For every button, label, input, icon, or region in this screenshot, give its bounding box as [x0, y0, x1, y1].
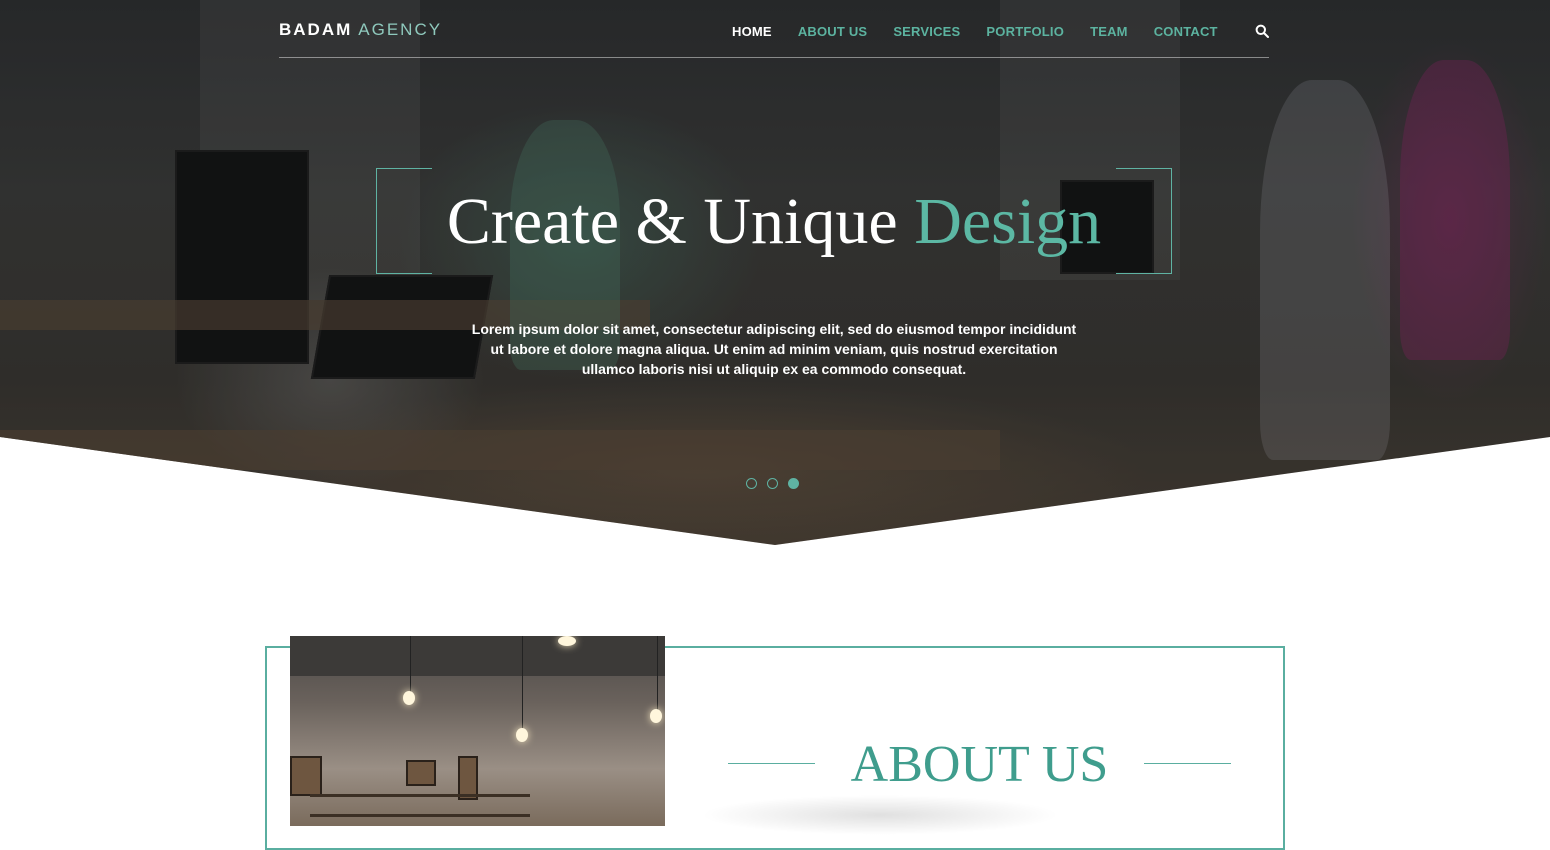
- nav-services[interactable]: SERVICES: [893, 24, 960, 39]
- image-bulb: [650, 709, 662, 723]
- main-nav: HOME ABOUT US SERVICES PORTFOLIO TEAM CO…: [732, 24, 1244, 39]
- slider-dots: [746, 478, 809, 489]
- hero-overlay: [0, 0, 1550, 545]
- hero-title-accent: Design: [914, 185, 1102, 258]
- hero-title: Create & Unique Design: [376, 180, 1172, 264]
- image-bulb: [403, 691, 415, 705]
- about-image: [290, 636, 665, 826]
- image-wire: [522, 636, 523, 731]
- nav-contact[interactable]: CONTACT: [1154, 24, 1218, 39]
- slide-dot-2[interactable]: [767, 478, 778, 489]
- nav-team[interactable]: TEAM: [1090, 24, 1128, 39]
- image-wire: [657, 636, 658, 711]
- nav-divider: [279, 57, 1269, 58]
- about-title: ABOUT US: [850, 736, 1109, 793]
- brand-light: AGENCY: [358, 20, 443, 39]
- nav-about-us[interactable]: ABOUT US: [798, 24, 868, 39]
- image-wire: [410, 636, 411, 696]
- hero-description: Lorem ipsum dolor sit amet, consectetur …: [471, 321, 1077, 377]
- hero-title-main: Create & Unique: [446, 185, 898, 258]
- slide-dot-1[interactable]: [746, 478, 757, 489]
- image-bulb: [558, 636, 576, 646]
- about-shadow: [700, 795, 1060, 835]
- about-line-right: [1144, 763, 1231, 764]
- image-ceiling: [290, 636, 665, 676]
- nav-home[interactable]: HOME: [732, 24, 772, 39]
- search-icon[interactable]: [1255, 24, 1269, 38]
- slide-dot-3[interactable]: [788, 478, 799, 489]
- image-shelf: [310, 794, 530, 797]
- about-heading: ABOUT US: [728, 735, 1231, 795]
- image-wall-frame: [290, 756, 322, 796]
- brand-bold: BADAM: [279, 20, 353, 39]
- brand-logo[interactable]: BADAM AGENCY: [279, 20, 442, 42]
- nav-portfolio[interactable]: PORTFOLIO: [986, 24, 1064, 39]
- image-wall-frame: [406, 760, 436, 786]
- image-bulb: [516, 728, 528, 742]
- hero-section: [0, 0, 1550, 545]
